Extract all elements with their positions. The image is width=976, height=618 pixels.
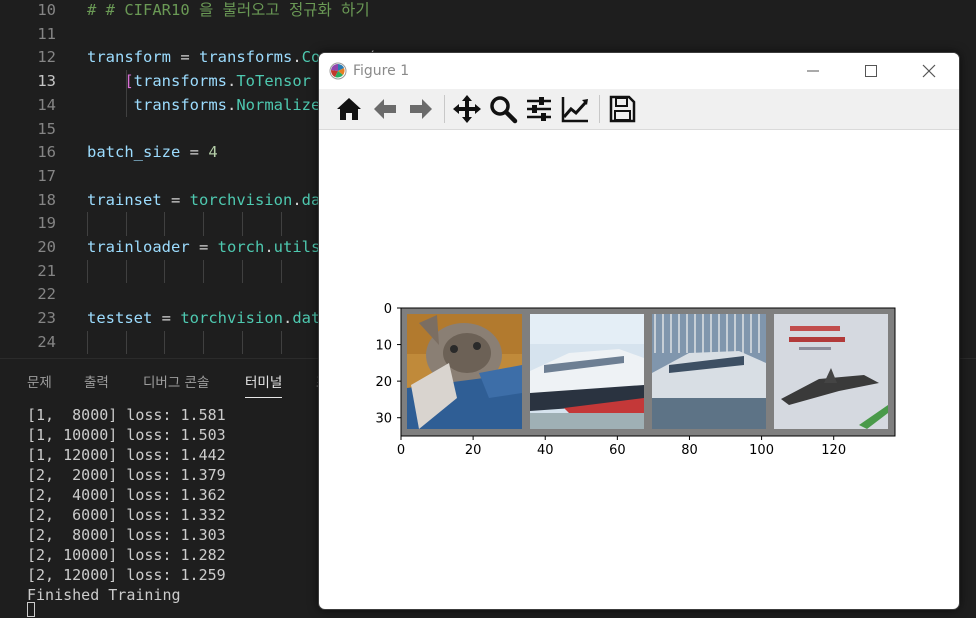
image-tile-plane: [774, 314, 888, 429]
line-number: 19: [37, 214, 56, 233]
terminal-line: [1, 12000] loss: 1.442: [27, 446, 226, 464]
panel-tab[interactable]: 디버그 콘솔: [143, 371, 209, 391]
image-tile-ship: [530, 314, 644, 429]
indent-guide: [87, 259, 88, 284]
code-text: batch_size = 4: [87, 143, 218, 162]
indent-guide: [281, 212, 282, 236]
terminal-line: [1, 10000] loss: 1.503: [27, 426, 226, 444]
image-tile-ship: [652, 314, 766, 429]
code-text: transforms.Normalize: [133, 95, 321, 114]
indent-guide: [164, 259, 165, 284]
line-number: 23: [37, 309, 56, 328]
line-number: 15: [37, 119, 56, 138]
terminal-line: Finished Training: [27, 586, 181, 604]
line-number: 20: [37, 238, 56, 256]
figure-window: Figure 1 0 20 40 60 80 100 120 0 10 20 3…: [318, 52, 960, 610]
terminal-line: [2, 10000] loss: 1.282: [27, 546, 226, 564]
indent-guide: [203, 212, 204, 236]
x-tick-label: 120: [821, 443, 846, 458]
indent-guide: [126, 259, 127, 284]
terminal-output[interactable]: [1, 8000] loss: 1.581 [1, 10000] loss: 1.…: [27, 405, 226, 605]
x-tick-label: 20: [465, 443, 482, 458]
x-tick-label: 80: [681, 443, 698, 458]
indent-guide: [203, 330, 204, 355]
code-line[interactable]: 11: [0, 23, 976, 47]
image-tile-cat: [407, 314, 522, 429]
y-tick-label: 0: [384, 302, 392, 317]
terminal-line: [2, 8000] loss: 1.303: [27, 526, 226, 544]
code-text: [transforms.ToTensor: [124, 72, 311, 91]
indent-guide: [164, 330, 165, 355]
y-tick-label: 20: [375, 375, 392, 390]
panel-tab[interactable]: 출력: [84, 371, 109, 391]
line-number: 10: [37, 1, 56, 19]
line-number: 22: [37, 285, 56, 304]
poster-text: [790, 326, 840, 331]
terminal-cursor: [27, 602, 35, 617]
line-number: 12: [37, 48, 56, 67]
plot-axes: 0 20 40 60 80 100 120 0 10 20 30: [375, 302, 896, 458]
line-number: 16: [37, 143, 56, 162]
line-number: 11: [37, 24, 56, 43]
indent-guide: [87, 212, 88, 236]
plot-canvas[interactable]: 0 20 40 60 80 100 120 0 10 20 30: [319, 53, 959, 609]
indent-guide: [87, 330, 88, 355]
terminal-line: [2, 6000] loss: 1.332: [27, 506, 226, 524]
line-number: 18: [37, 190, 56, 209]
line-number: 24: [37, 332, 56, 351]
x-tick-label: 0: [397, 443, 405, 458]
panel-tab[interactable]: 문제: [27, 371, 52, 391]
water: [530, 413, 644, 429]
panel-tab[interactable]: 터미널: [245, 371, 283, 398]
terminal-line: [1, 8000] loss: 1.581: [27, 406, 226, 424]
line-number: 21: [37, 261, 56, 280]
indent-guide: [126, 330, 127, 355]
water: [652, 398, 766, 429]
code-text: # # CIFAR10 을 불러오고 정규화 하기: [87, 1, 370, 19]
y-tick-label: 10: [375, 339, 392, 354]
code-line[interactable]: 10 # # CIFAR10 을 불러오고 정규화 하기: [0, 0, 976, 23]
line-number: 13: [37, 72, 56, 91]
line-number: 17: [37, 166, 56, 185]
indent-guide: [203, 259, 204, 284]
terminal-line: [2, 4000] loss: 1.362: [27, 486, 226, 504]
indent-guide: [281, 259, 282, 284]
indent-guide: [281, 330, 282, 355]
code-text: trainloader = torch.utils: [87, 238, 321, 256]
y-tick-label: 30: [375, 412, 392, 427]
indent-guide: [242, 212, 243, 236]
indent-guide: [242, 259, 243, 284]
indent-guide: [126, 93, 127, 118]
indent-guide: [164, 212, 165, 236]
indent-guide: [242, 330, 243, 355]
x-tick-label: 40: [537, 443, 554, 458]
terminal-line: [2, 12000] loss: 1.259: [27, 566, 226, 584]
terminal-line: [2, 2000] loss: 1.379: [27, 466, 226, 484]
line-number: 14: [37, 95, 56, 114]
indent-guide: [126, 212, 127, 236]
x-tick-label: 60: [609, 443, 626, 458]
x-tick-label: 100: [749, 443, 774, 458]
indent-guide: [126, 70, 127, 94]
